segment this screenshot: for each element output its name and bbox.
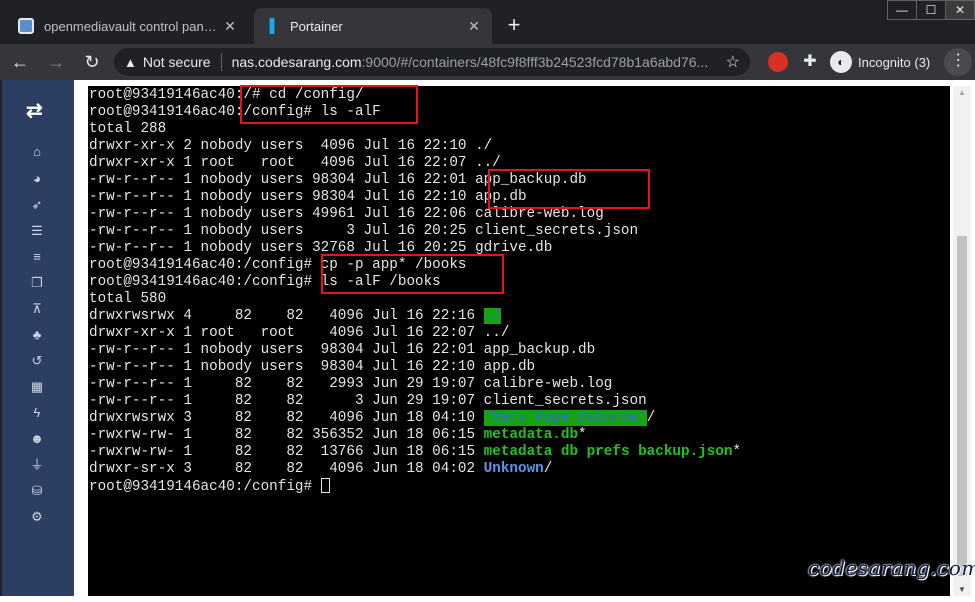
extensions-puzzle-icon[interactable]: ✚ (800, 52, 820, 72)
divider (220, 53, 222, 71)
terminal-line: -rw-r--r-- 1 nobody users 3 Jul 16 20:25… (89, 223, 639, 239)
openmediavault-favicon-icon (18, 18, 34, 34)
incognito-profile[interactable]: ◐ Incognito (3) (830, 51, 930, 73)
portainer-sidebar: ⇄ ⌂ ◕ ➶ ☰ ≡ ❐ ⊼ ♣ ↺ ▦ ϟ ☻ ⏚ ⛁ ⚙ (0, 80, 74, 596)
copy-icon[interactable]: ❐ (29, 275, 45, 291)
maximize-button[interactable]: ☐ (916, 0, 946, 20)
url-host[interactable]: nas.codesarang.com (232, 54, 362, 70)
line-suffix: / (646, 410, 656, 426)
server-icon[interactable]: ≡ (29, 249, 45, 265)
plug-icon[interactable]: ⏚ (29, 457, 45, 473)
menu-dots-icon[interactable]: ⋮ (944, 48, 973, 76)
home-icon[interactable]: ⌂ (29, 144, 45, 160)
container-console[interactable]: root@93419146ac40:/# cd /config/ root@93… (88, 85, 950, 596)
directory-name: Unknown (483, 461, 544, 477)
annotation-box (240, 85, 418, 124)
close-tab-icon[interactable]: ✕ (222, 18, 238, 35)
bolt-icon[interactable]: ϟ (29, 405, 45, 421)
terminal-line: total 288 (89, 121, 167, 137)
tab-openmediavault[interactable]: openmediavault control panel - c ✕ (8, 8, 248, 44)
tab-title: openmediavault control panel - c (44, 18, 222, 34)
annotation-box (488, 169, 650, 209)
users-icon[interactable]: ☻ (29, 431, 45, 447)
warning-icon[interactable]: ▲ (124, 55, 137, 70)
line-suffix: * (732, 444, 742, 460)
close-window-button[interactable]: ✕ (945, 0, 975, 20)
terminal-line: -rwxrw-rw- 1 82 82 13766 Jun 18 06:15 me… (89, 444, 741, 461)
url-path[interactable]: :9000/#/containers/48fc9f8fff3b24523fcd7… (362, 54, 718, 70)
network-icon[interactable]: ⊼ (29, 301, 45, 317)
terminal-line: -rwxrw-rw- 1 82 82 356352 Jun 18 06:15 m… (89, 427, 587, 444)
dashboard-icon[interactable]: ◕ (29, 171, 45, 187)
security-label[interactable]: Not secure (143, 54, 211, 70)
tab-title: Portainer (290, 18, 343, 34)
history-icon[interactable]: ↺ (29, 353, 45, 369)
terminal-line: -rw-r--r-- 1 nobody users 98304 Jul 16 2… (89, 189, 527, 205)
tab-portainer[interactable]: Portainer ✕ (254, 8, 492, 44)
terminal-line: -rw-r--r-- 1 nobody users 98304 Jul 16 2… (89, 359, 536, 375)
scroll-up-icon[interactable]: ▲ (958, 88, 966, 97)
close-tab-icon[interactable]: ✕ (466, 18, 482, 35)
address-bar[interactable]: ▲ Not secure nas.codesarang.com :9000/#/… (114, 48, 750, 76)
rocket-icon[interactable]: ➶ (29, 197, 45, 213)
extension-icon[interactable] (768, 52, 788, 72)
terminal-line: drwxrwsrwx 4 82 82 4096 Jul 16 22:16 ./ (89, 308, 501, 325)
line-prefix: -rwxrw-rw- 1 82 82 356352 Jun 18 06:15 (89, 427, 484, 443)
browser-toolbar: ← → ↻ ▲ Not secure nas.codesarang.com :9… (0, 44, 975, 80)
window-controls: — ☐ ✕ (887, 0, 975, 20)
settings-icon[interactable]: ⚙ (29, 509, 45, 525)
terminal-line: -rw-r--r-- 1 nobody users 98304 Jul 16 2… (89, 342, 596, 358)
scroll-down-icon[interactable]: ▼ (958, 585, 966, 594)
terminal-line: drwxr-xr-x 2 nobody users 4096 Jul 16 22… (89, 138, 493, 154)
tab-strip: openmediavault control panel - c ✕ Porta… (0, 0, 975, 44)
page-scrollbar[interactable]: ▲ ▼ (953, 86, 971, 596)
scroll-thumb[interactable] (957, 236, 967, 576)
back-button[interactable]: ← (4, 46, 36, 78)
line-prefix: drwxrwsrwx 3 82 82 4096 Jun 18 04:10 (89, 410, 484, 426)
annotation-box (321, 254, 504, 294)
page-content: ⇄ ⌂ ◕ ➶ ☰ ≡ ❐ ⊼ ♣ ↺ ▦ ϟ ☻ ⏚ ⛁ ⚙ root@934… (0, 80, 975, 602)
grid-icon[interactable]: ▦ (29, 379, 45, 395)
cursor (320, 478, 330, 493)
list-icon[interactable]: ☰ (29, 223, 45, 239)
terminal-prompt[interactable]: root@93419146ac40:/config# (89, 478, 330, 495)
portainer-favicon-icon (269, 18, 275, 34)
terminal-line: -rw-r--r-- 1 82 82 3 Jun 29 19:07 client… (89, 393, 647, 409)
minimize-button[interactable]: — (887, 0, 917, 20)
incognito-icon: ◐ (830, 51, 852, 73)
cubes-icon[interactable]: ♣ (29, 327, 45, 343)
line-prefix: drwxrwsrwx 4 82 82 4096 Jul 16 22:16 (89, 308, 484, 324)
directory-highlight: ./ (483, 308, 501, 324)
line-prefix: -rwxrw-rw- 1 82 82 13766 Jun 18 06:15 (89, 444, 484, 460)
terminal-line: total 580 (89, 291, 167, 307)
new-tab-button[interactable]: + (500, 12, 528, 40)
database-icon[interactable]: ⛁ (29, 483, 45, 499)
line-suffix: / (543, 461, 553, 477)
forward-button[interactable]: → (40, 46, 72, 78)
terminal-line: drwxr-sr-x 3 82 82 4096 Jun 18 04:02 Unk… (89, 461, 552, 478)
terminal-line: drwxrwsrwx 3 82 82 4096 Jun 18 04:10 'Ma… (89, 410, 655, 427)
prompt-text: root@93419146ac40:/config# (89, 479, 321, 495)
terminal-line: drwxr-xr-x 1 root root 4096 Jul 16 22:07… (89, 325, 510, 341)
reload-button[interactable]: ↻ (76, 46, 108, 78)
executable-filename: metadata db prefs backup.json (483, 444, 733, 460)
executable-filename: metadata.db (483, 427, 579, 443)
line-prefix: drwxr-sr-x 3 82 82 4096 Jun 18 04:02 (89, 461, 484, 477)
line-suffix: * (578, 427, 587, 443)
bookmark-star-icon[interactable]: ☆ (726, 52, 740, 72)
terminal-line: drwxr-xr-x 1 root root 4096 Jul 16 22:07… (89, 155, 501, 171)
watermark: codesarang.com (808, 556, 975, 580)
directory-highlight: 'Mary Pope Osborne' (483, 410, 647, 426)
incognito-label: Incognito (3) (858, 54, 931, 70)
terminal-line: -rw-r--r-- 1 82 82 2993 Jun 29 19:07 cal… (89, 376, 613, 392)
swap-icon[interactable]: ⇄ (26, 98, 43, 123)
